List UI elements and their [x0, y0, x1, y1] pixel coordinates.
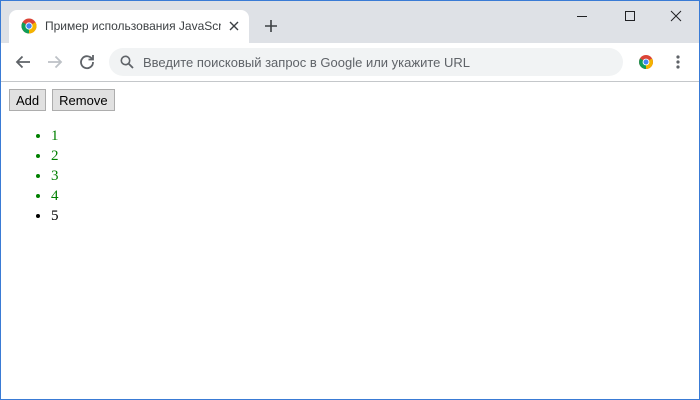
forward-icon[interactable]: [43, 51, 67, 73]
page-content: Add Remove 1 2 3 4 5: [1, 82, 699, 399]
list-item: 3: [51, 166, 59, 186]
add-button[interactable]: Add: [9, 89, 47, 111]
tab-close-icon[interactable]: [227, 19, 241, 33]
chrome-favicon-icon: [21, 18, 37, 34]
list-item: 4: [51, 186, 59, 206]
close-icon[interactable]: [653, 1, 699, 31]
browser-toolbar: [1, 43, 699, 82]
browser-window: Пример использования JavaScript Введите …: [0, 0, 700, 400]
minimize-icon[interactable]: [559, 1, 605, 31]
maximize-icon[interactable]: [607, 1, 653, 31]
new-tab-icon[interactable]: [261, 16, 281, 36]
address-input[interactable]: [143, 48, 613, 76]
list-item: 5: [51, 206, 59, 226]
menu-icon[interactable]: [666, 51, 690, 73]
tab-strip: Пример использования JavaScript: [1, 1, 699, 43]
list-item: 2: [51, 146, 59, 166]
search-icon: [120, 55, 134, 69]
active-tab[interactable]: Пример использования JavaScript: [9, 10, 249, 43]
item-list: 1 2 3 4 5: [1, 126, 59, 226]
list-item: 1: [51, 126, 59, 146]
back-icon[interactable]: [11, 51, 35, 73]
reload-icon[interactable]: [75, 51, 99, 73]
omnibox[interactable]: [109, 48, 623, 76]
remove-button[interactable]: Remove: [52, 89, 115, 111]
extension-icon[interactable]: [634, 51, 658, 73]
button-row: Add Remove: [9, 89, 117, 111]
tab-title: Пример использования JavaScript: [45, 19, 221, 33]
